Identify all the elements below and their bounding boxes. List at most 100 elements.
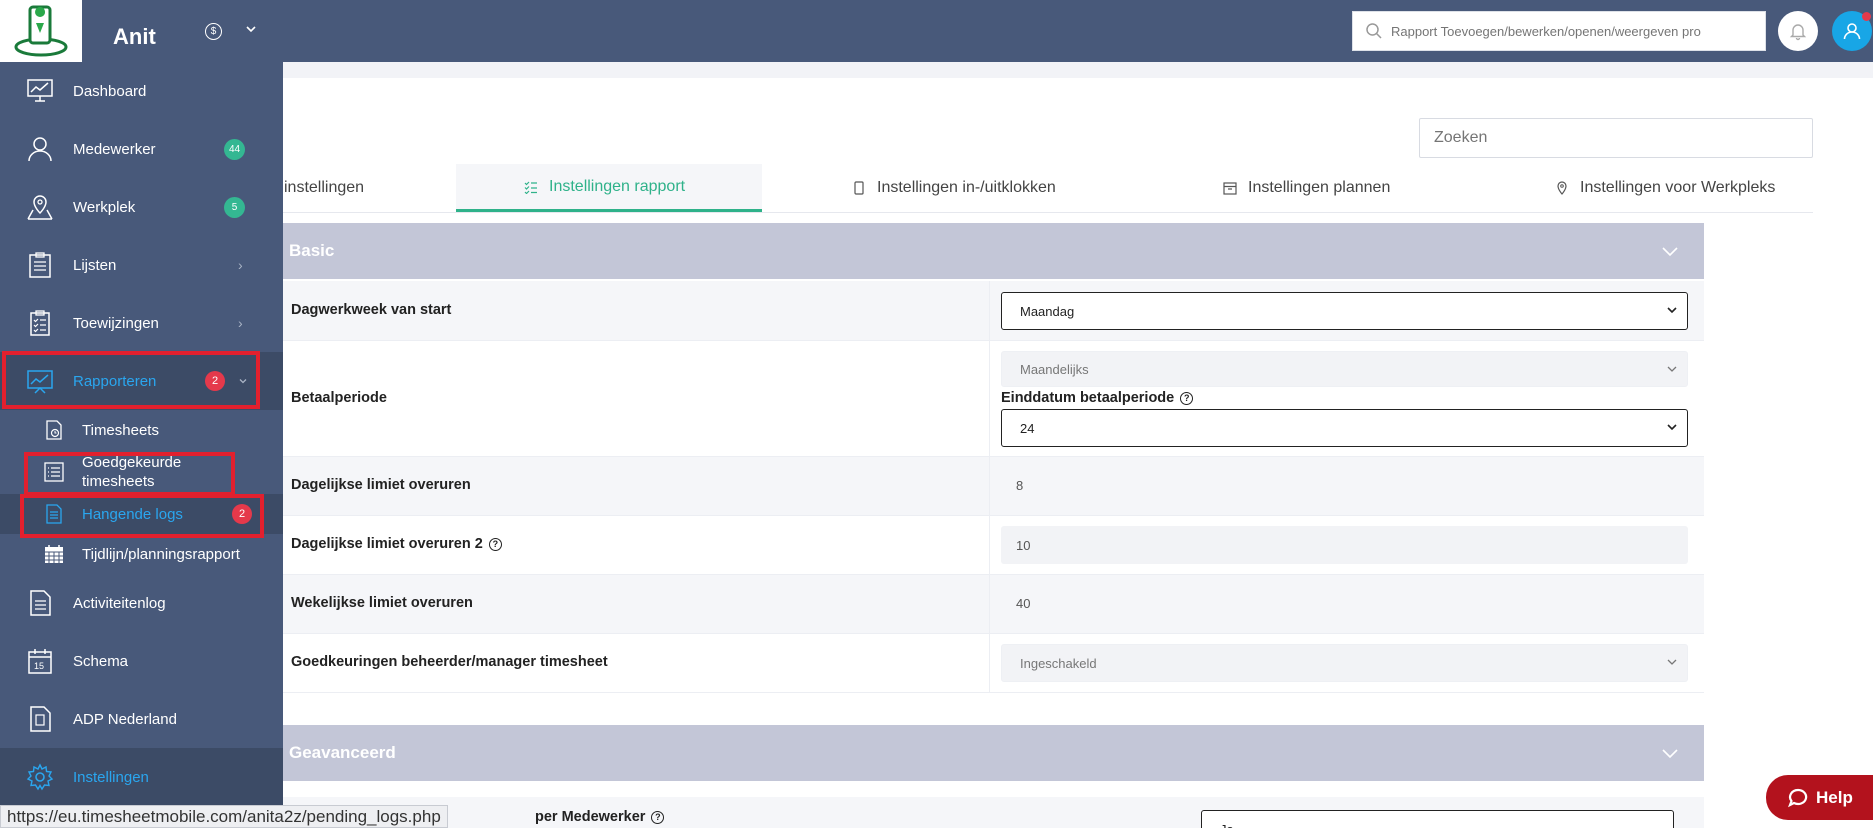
setting-row: Goedkeuringen beheerder/manager timeshee…: [283, 634, 1704, 693]
setting-row: Wekelijkse limiet overuren 40: [283, 575, 1704, 634]
weekly-overtime-limit-value: 40: [1016, 596, 1031, 611]
sidebar-item-toewijzingen[interactable]: Toewijzingen ›: [0, 294, 283, 352]
chat-bubble-icon: [1788, 788, 1808, 807]
count-badge: 2: [232, 504, 252, 524]
report-search-input[interactable]: [1391, 23, 1731, 39]
help-icon[interactable]: ?: [1180, 391, 1194, 405]
setting-label: per Medewerker ?: [535, 809, 665, 825]
sidebar-item-label: ADP Nederland: [73, 710, 177, 728]
setting-label: Wekelijkse limiet overuren: [291, 595, 473, 611]
help-icon[interactable]: ?: [488, 537, 502, 551]
tab-instellingen-in-uitklokken[interactable]: Instellingen in-/uitklokken: [851, 164, 1111, 212]
pay-period-end-label: Einddatum betaalperiode ?: [1001, 390, 1194, 406]
sidebar-item-instellingen[interactable]: Instellingen: [0, 748, 283, 806]
timesheet-icon: [43, 419, 65, 441]
tab-label: Instellingen in-/uitklokken: [877, 179, 1056, 196]
currency-icon[interactable]: $: [205, 23, 222, 40]
section-header-geavanceerd[interactable]: Geavanceerd: [283, 725, 1704, 781]
help-button[interactable]: Help: [1766, 775, 1873, 820]
sidebar-item-schema[interactable]: 15 Schema: [0, 632, 283, 690]
tab-instellingen-plannen[interactable]: Instellingen plannen: [1222, 164, 1422, 212]
chevron-down-icon: [1667, 424, 1677, 431]
pay-period-select[interactable]: Maandelijks: [1001, 351, 1688, 387]
user-icon: [1843, 23, 1861, 40]
select-value: 24: [1020, 420, 1035, 436]
row-divider: [989, 575, 990, 633]
settings-search-input[interactable]: [1419, 118, 1813, 158]
subitem-goedgekeurde-timesheets[interactable]: Goedgekeurde timesheets: [0, 450, 283, 494]
subitem-timesheets[interactable]: Timesheets: [0, 410, 283, 450]
clipboard-check-icon: [25, 308, 55, 338]
help-icon[interactable]: ?: [651, 810, 665, 824]
sidebar-item-label: Instellingen: [73, 768, 149, 786]
count-badge: 2: [205, 371, 225, 391]
document-icon: [25, 588, 55, 618]
tab-label: instellingen: [284, 179, 365, 196]
sidebar-item-activiteitenlog[interactable]: Activiteitenlog: [0, 574, 283, 632]
row-divider: [989, 457, 990, 515]
select-value: Ingeschakeld: [1020, 655, 1097, 671]
tab-label: Instellingen rapport: [549, 177, 686, 195]
sidebar-item-medewerker[interactable]: Medewerker 44: [0, 120, 283, 178]
timesheet-approval-select[interactable]: Ingeschakeld: [1001, 644, 1688, 682]
sidebar-item-label: Werkplek: [73, 198, 136, 216]
sidebar-item-dashboard[interactable]: Dashboard: [0, 62, 283, 120]
report-chart-icon: [25, 366, 55, 396]
setting-row: Betaalperiode Maandelijks Einddatum beta…: [283, 341, 1704, 457]
sidebar-item-label: Activiteitenlog: [73, 594, 166, 612]
sidebar-item-rapporteren[interactable]: Rapporteren 2: [0, 352, 283, 410]
sidebar-item-adp-nederland[interactable]: ADP Nederland: [0, 690, 283, 748]
tabs-divider: [283, 212, 1813, 213]
setting-row: Dagwerkweek van start Maandag: [283, 281, 1704, 341]
chevron-down-icon: [1662, 749, 1678, 759]
map-pin-icon: [25, 192, 55, 222]
count-badge: 5: [224, 196, 245, 218]
section-header-basic[interactable]: Basic: [283, 223, 1704, 279]
logo-icon: [14, 5, 68, 57]
help-label: Help: [1816, 787, 1853, 807]
setting-row: per Medewerker ? Ja: [283, 797, 1704, 828]
chevron-down-icon[interactable]: [245, 22, 257, 38]
sidebar-item-label: Toewijzingen: [73, 314, 159, 332]
row-divider: [989, 281, 990, 340]
tab-instellingen-voor-werkpleks[interactable]: Instellingen voor Werkpleks: [1554, 164, 1814, 212]
sidebar-item-lijsten[interactable]: Lijsten ›: [0, 236, 283, 294]
sidebar-item-werkplek[interactable]: Werkplek 5: [0, 178, 283, 236]
top-bar: Anit $: [0, 0, 1873, 62]
chevron-down-icon: [1667, 659, 1677, 665]
select-value: Maandag: [1020, 303, 1075, 319]
week-start-select[interactable]: Maandag: [1001, 292, 1688, 330]
row-divider: [989, 341, 990, 456]
gear-icon: [25, 762, 55, 792]
adp-icon: [25, 704, 55, 734]
phone-icon: [851, 180, 867, 196]
tab-instellingen[interactable]: instellingen: [283, 164, 433, 212]
app-name: Anit: [113, 24, 156, 49]
setting-label: Dagwerkweek van start: [291, 302, 452, 318]
daily-overtime-limit-2-input[interactable]: 10: [1001, 526, 1688, 564]
subitem-label: Timesheets: [82, 421, 159, 439]
subitem-label: Goedgekeurde timesheets: [82, 454, 182, 490]
sidebar-item-label: Lijsten: [73, 256, 117, 274]
select-value: Maandelijks: [1020, 361, 1089, 377]
search-icon: [1366, 23, 1382, 39]
sidebar-item-label: Dashboard: [73, 82, 147, 100]
subitem-tijdlijn-planningsrapport[interactable]: Tijdlijn/planningsrapport: [0, 534, 283, 574]
tab-label: Instellingen voor Werkpleks: [1580, 179, 1776, 196]
notifications-button[interactable]: [1778, 11, 1818, 51]
row-divider: [989, 516, 990, 574]
app-logo[interactable]: [0, 0, 82, 62]
subitem-hangende-logs[interactable]: Hangende logs 2: [0, 494, 283, 534]
calendar-small-icon: [1222, 180, 1238, 196]
tab-instellingen-rapport[interactable]: Instellingen rapport: [456, 164, 762, 212]
setting-label: Betaalperiode: [291, 390, 387, 406]
setting-label: Dagelijkse limiet overuren: [291, 477, 471, 493]
chevron-down-icon: [1667, 307, 1677, 314]
users-icon: [25, 134, 55, 164]
chevron-right-icon: ›: [238, 315, 243, 331]
advanced-select[interactable]: Ja: [1201, 810, 1674, 828]
pay-period-end-select[interactable]: 24: [1001, 409, 1688, 447]
status-bar-url: https://eu.timesheetmobile.com/anita2z/p…: [0, 805, 448, 828]
setting-row: Dagelijkse limiet overuren 8: [283, 457, 1704, 516]
report-search-box[interactable]: [1352, 11, 1766, 51]
